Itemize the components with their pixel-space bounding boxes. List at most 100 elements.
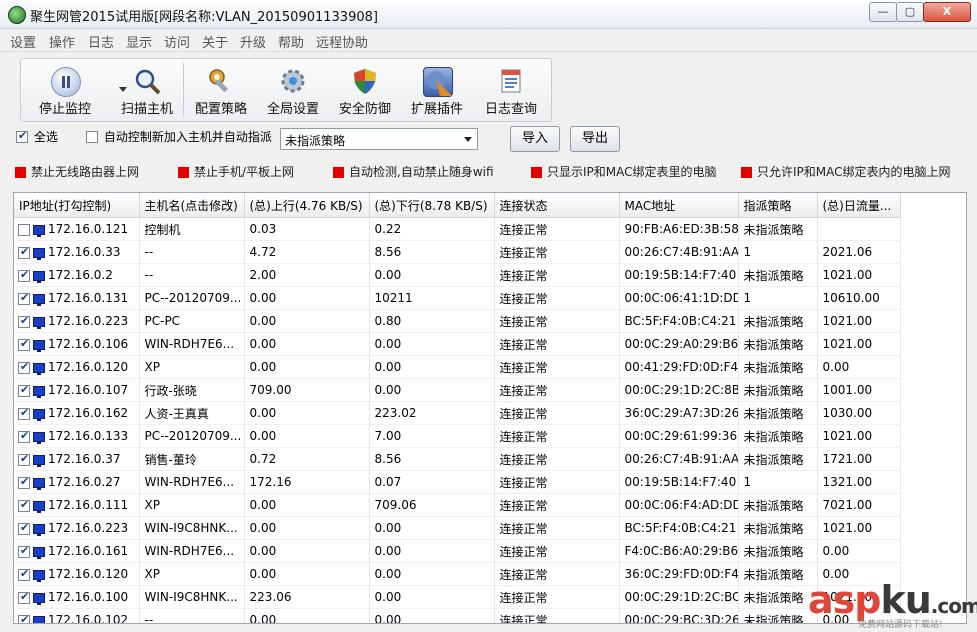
hostname-cell[interactable]: PC-PC [139, 309, 245, 333]
flag-block-wireless-router[interactable]: 禁止无线路由器上网 [15, 163, 139, 179]
menu-about[interactable]: 关于 [202, 32, 228, 51]
security-defense-button[interactable]: 安全防御 [333, 59, 397, 121]
table-row[interactable]: 172.16.0.102--0.000.00连接正常00:0C:29:BC:3D… [14, 608, 901, 623]
ip-cell[interactable]: 172.16.0.162 [14, 401, 140, 425]
table-row[interactable]: 172.16.0.111 XP0.00709.06连接正常00:0C:06:F4:… [14, 493, 901, 517]
table-row[interactable]: 172.16.0.37 销售-董玲0.728.56连接正常00:26:C7:4B:… [14, 447, 901, 471]
flag-block-mobile[interactable]: 禁止手机/平板上网 [178, 163, 294, 179]
hostname-cell[interactable]: 销售-董玲 [139, 447, 245, 471]
row-control-checkbox[interactable] [18, 337, 30, 351]
menu-settings[interactable]: 设置 [10, 32, 36, 51]
hostname-cell[interactable]: WIN-RDH7E6... [139, 539, 245, 563]
log-query-button[interactable]: 日志查询 [477, 59, 545, 121]
hostname-cell[interactable]: 人资-王真真 [139, 401, 245, 425]
flag-show-bound-only[interactable]: 只显示IP和MAC绑定表里的电脑 [531, 163, 717, 179]
column-header-status[interactable]: 连接状态 [494, 193, 620, 218]
row-control-checkbox[interactable] [18, 498, 30, 512]
maximize-button[interactable]: ▢ [896, 2, 924, 22]
row-control-checkbox[interactable] [18, 452, 30, 466]
hostname-cell[interactable]: XP [139, 493, 245, 517]
row-control-checkbox[interactable] [18, 268, 30, 282]
ip-cell[interactable]: 172.16.0.111 [14, 493, 140, 517]
row-control-checkbox[interactable] [18, 383, 30, 397]
hostname-cell[interactable]: WIN-I9C8HNK... [139, 585, 245, 609]
ip-cell[interactable]: 172.16.0.161 [14, 539, 140, 563]
hostname-cell[interactable]: WIN-RDH7E6... [139, 470, 245, 494]
ip-cell[interactable]: 172.16.0.107 [14, 378, 140, 402]
ip-cell[interactable]: 172.16.0.131 [14, 286, 140, 310]
ip-cell[interactable]: 172.16.0.120 [14, 562, 140, 586]
table-row[interactable]: 172.16.0.27 WIN-RDH7E6...172.160.07连接正常00… [14, 470, 901, 494]
table-row[interactable]: 172.16.0.2 --2.000.00连接正常00:19:5B:14:F7:4… [14, 263, 901, 287]
ip-cell[interactable]: 172.16.0.33 [14, 240, 140, 264]
select-all-control[interactable]: 全选 [16, 128, 58, 152]
menu-log[interactable]: 日志 [88, 32, 114, 51]
table-row[interactable]: 172.16.0.100 WIN-I9C8HNK...223.060.00连接正常… [14, 585, 901, 609]
ip-cell[interactable]: 172.16.0.2 [14, 263, 140, 287]
menu-access[interactable]: 访问 [164, 32, 190, 51]
hostname-cell[interactable]: WIN-I9C8HNK... [139, 516, 245, 540]
hostname-cell[interactable]: -- [139, 263, 245, 287]
column-header-mac[interactable]: MAC地址 [619, 193, 739, 218]
table-row[interactable]: 172.16.0.33 --4.728.56连接正常00:26:C7:4B:91:… [14, 240, 901, 264]
minimize-button[interactable]: — [869, 2, 897, 22]
column-header-policy[interactable]: 指派策略 [738, 193, 818, 218]
ip-cell[interactable]: 172.16.0.106 [14, 332, 140, 356]
import-button[interactable]: 导入 [510, 126, 560, 152]
ip-cell[interactable]: 172.16.0.37 [14, 447, 140, 471]
hostname-cell[interactable]: 控制机 [139, 217, 245, 241]
menu-upgrade[interactable]: 升级 [240, 32, 266, 51]
row-control-checkbox[interactable] [18, 475, 30, 489]
row-control-checkbox[interactable] [18, 613, 30, 623]
select-all-checkbox[interactable] [16, 129, 28, 143]
scan-hosts-button[interactable]: 扫描主机 [115, 59, 179, 121]
hostname-cell[interactable]: PC--20120709... [139, 286, 245, 310]
table-row[interactable]: 172.16.0.161WIN-RDH7E6...0.000.00连接正常F4:… [14, 539, 901, 563]
row-control-checkbox[interactable] [18, 567, 30, 581]
row-control-checkbox[interactable] [18, 245, 30, 259]
column-header-download[interactable]: (总)下行(8.78 KB/S) [369, 193, 495, 218]
menu-remote-assist[interactable]: 远程协助 [316, 32, 368, 51]
flag-auto-block-wifi[interactable]: 自动检测,自动禁止随身wifi [333, 163, 494, 179]
extension-plugin-button[interactable]: 扩展插件 [405, 59, 469, 121]
ip-cell[interactable]: 172.16.0.121 [14, 217, 140, 241]
table-row[interactable]: 172.16.0.121 控制机 0.03 0.22 连接正常 90:FB:A6:ED:3… [14, 217, 901, 241]
menu-operate[interactable]: 操作 [49, 32, 75, 51]
hostname-cell[interactable]: XP [139, 562, 245, 586]
flag-allow-bound-only[interactable]: 只允许IP和MAC绑定表内的电脑上网 [741, 163, 951, 179]
table-row[interactable]: 172.16.0.107 行政-张晓709.000.00连接正常00:0C:29:… [14, 378, 901, 402]
column-header-upload[interactable]: (总)上行(4.76 KB/S) [244, 193, 370, 218]
config-policy-button[interactable]: 配置策略 [189, 59, 253, 121]
column-header-traffic[interactable]: (总)日流量... [817, 193, 901, 218]
row-control-checkbox[interactable] [18, 406, 30, 420]
table-row[interactable]: 172.16.0.106WIN-RDH7E6...0.000.00连接正常00:… [14, 332, 901, 356]
row-control-checkbox[interactable] [18, 360, 30, 374]
auto-assign-control[interactable]: 自动控制新加入主机并自动指派 [86, 128, 272, 152]
hostname-cell[interactable]: PC--20120709... [139, 424, 245, 448]
hostname-cell[interactable]: -- [139, 240, 245, 264]
menu-help[interactable]: 帮助 [278, 32, 304, 51]
table-row[interactable]: 172.16.0.120XP0.000.00连接正常00:41:29:FD:0D… [14, 355, 901, 379]
table-row[interactable]: 172.16.0.223WIN-I9C8HNK...0.000.00连接正常BC… [14, 516, 901, 540]
policy-select[interactable]: 未指派策略 [280, 128, 478, 150]
row-control-checkbox[interactable] [18, 544, 30, 558]
menu-display[interactable]: 显示 [126, 32, 152, 51]
row-control-checkbox[interactable] [18, 314, 30, 328]
stop-monitor-button[interactable]: 停止监控 [25, 59, 105, 121]
table-row[interactable]: 172.16.0.162 人资-王真真0.00223.02连接正常36:0C:29… [14, 401, 901, 425]
ip-cell[interactable]: 172.16.0.133 [14, 424, 140, 448]
ip-cell[interactable]: 172.16.0.102 [14, 608, 140, 623]
ip-cell[interactable]: 172.16.0.100 [14, 585, 140, 609]
row-control-checkbox[interactable] [18, 590, 30, 604]
table-row[interactable]: 172.16.0.133 PC--20120709...0.007.00连接正常0… [14, 424, 901, 448]
table-row[interactable]: 172.16.0.131 PC--20120709...0.0010211连接正常… [14, 286, 901, 310]
column-header-ip[interactable]: IP地址(打勾控制) [14, 193, 140, 218]
hostname-cell[interactable]: XP [139, 355, 245, 379]
ip-cell[interactable]: 172.16.0.27 [14, 470, 140, 494]
row-control-checkbox[interactable] [18, 291, 30, 305]
table-row[interactable]: 172.16.0.120XP0.000.00连接正常36:0C:29:FD:0D… [14, 562, 901, 586]
hostname-cell[interactable]: -- [139, 608, 245, 623]
row-control-checkbox[interactable] [18, 223, 30, 236]
ip-cell[interactable]: 172.16.0.223 [14, 516, 140, 540]
close-button[interactable]: X [923, 2, 971, 22]
